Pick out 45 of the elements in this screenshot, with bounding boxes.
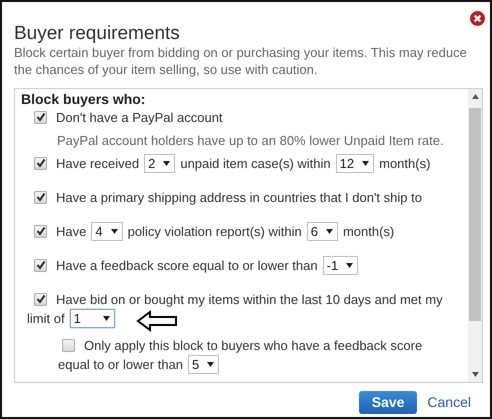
rule-note: PayPal account holders have up to an 80% lower Unpaid Item rate. — [57, 132, 445, 149]
dropdown[interactable]: -1 — [322, 256, 358, 275]
caret-icon — [110, 229, 118, 234]
rule-text: month(s) — [342, 223, 394, 241]
caret-icon — [362, 161, 370, 166]
caret-icon — [326, 229, 333, 234]
checkbox[interactable] — [34, 111, 47, 124]
checkbox[interactable] — [34, 259, 47, 272]
scroll-up-icon[interactable] — [472, 94, 478, 99]
rule-text: policy violation report(s) within — [128, 223, 302, 241]
dropdown[interactable]: 2 — [144, 154, 176, 173]
save-button[interactable]: Save — [358, 390, 418, 414]
checkbox[interactable] — [62, 339, 75, 352]
rule-text: Have received — [56, 155, 140, 173]
cancel-link[interactable]: Cancel — [425, 390, 473, 414]
scrollbar[interactable] — [468, 89, 482, 382]
rule-text: limit of — [27, 310, 65, 328]
scroll-thumb[interactable] — [469, 108, 481, 321]
rule-text: unpaid item case(s) within — [180, 155, 331, 173]
close-icon[interactable] — [470, 11, 485, 26]
caret-icon — [207, 362, 214, 367]
rule-text: Have a feedback score equal to or lower than — [56, 257, 318, 275]
rule-text: Don't have a PayPal account — [56, 109, 223, 127]
dialog-title: Buyer requirements — [14, 22, 181, 46]
caret-icon — [163, 161, 170, 166]
checkbox[interactable] — [34, 157, 47, 170]
rule-text: equal to or lower than — [58, 356, 184, 374]
dropdown[interactable]: 12 — [336, 154, 374, 173]
dropdown[interactable]: 6 — [306, 222, 338, 241]
checkbox[interactable] — [34, 225, 47, 238]
scroll-down-icon[interactable] — [472, 372, 478, 377]
section-heading: Block buyers who: — [21, 91, 146, 107]
dialog-description: Block certain buyer from bidding on or purchasing your items. This may reduce the chances of your item selling, so use with caution. — [14, 44, 468, 78]
checkbox[interactable] — [34, 191, 47, 204]
checkbox[interactable] — [34, 293, 47, 306]
rule-text: Only apply this block to buyers who have a feedback score — [84, 337, 422, 355]
caret-icon — [346, 263, 354, 268]
rule-text: month(s) — [379, 155, 430, 173]
rule-text: Have a primary shipping address in countries that I don't ship to — [56, 189, 422, 207]
rule-text: Have — [56, 223, 86, 241]
rule-text: Have bid on or bought my items within the last 10 days and met my — [56, 291, 443, 309]
caret-icon — [102, 316, 110, 321]
dropdown[interactable]: 4 — [91, 222, 123, 241]
dropdown[interactable]: 1 — [70, 309, 115, 328]
dropdown[interactable]: 5 — [188, 355, 220, 374]
